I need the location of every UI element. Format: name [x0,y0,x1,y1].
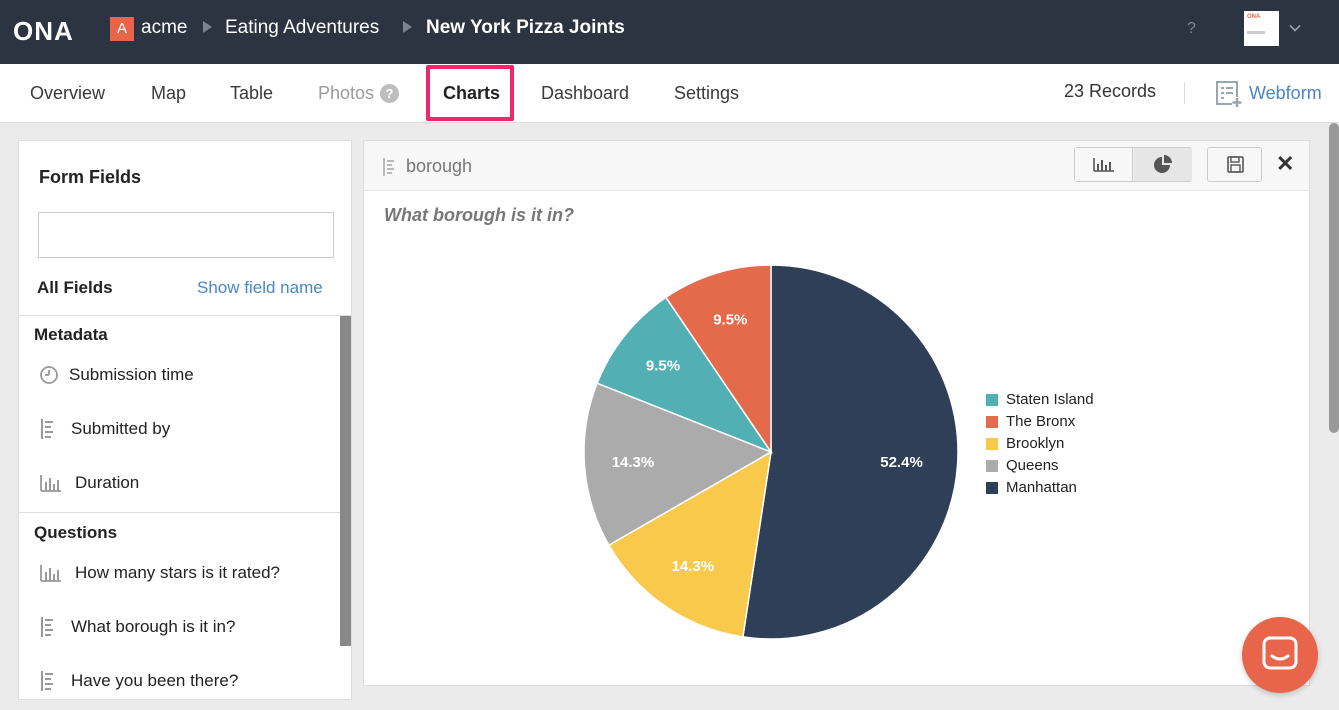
field-borough[interactable]: What borough is it in? [39,613,339,641]
show-field-name-link[interactable]: Show field name [197,278,323,298]
tab-overview[interactable]: Overview [30,83,105,104]
breadcrumb-separator-icon [203,21,212,33]
webform-icon[interactable] [1215,80,1243,108]
ona-logo[interactable]: ONA [13,16,74,47]
tab-map[interactable]: Map [151,83,186,104]
form-fields-panel: Form Fields All Fields Show field name M… [18,140,352,700]
top-bar: ONA A acme Eating Adventures New York Pi… [0,0,1339,64]
legend-item[interactable]: The Bronx [986,412,1146,434]
legend-item[interactable]: Manhattan [986,478,1146,500]
field-label: Submission time [69,365,194,384]
text-field-icon [41,671,53,691]
chart-legend: Staten Island The Bronx Brooklyn Queens Manh… [986,390,1146,500]
metadata-section-label: Metadata [34,325,108,344]
bar-chart-icon [40,475,61,492]
pie-data-label: 9.5% [646,357,680,374]
field-submission-time[interactable]: Submission time [39,361,339,389]
records-count: 23 Records [1064,81,1157,101]
legend-swatch [986,482,998,494]
legend-swatch [986,394,998,406]
legend-item[interactable]: Queens [986,456,1146,478]
all-fields-label: All Fields [37,278,113,297]
legend-swatch [986,416,998,428]
field-label: Have you been there? [71,671,239,690]
field-label: Duration [75,473,140,492]
pie-data-label: 14.3% [672,558,715,575]
field-stars[interactable]: How many stars is it rated? [39,559,339,587]
breadcrumb-separator-icon [403,21,412,33]
pie-data-label: 14.3% [612,454,655,471]
legend-label: Staten Island [1006,391,1094,408]
pie-data-label: 9.5% [713,312,747,329]
field-label: Submitted by [71,419,171,438]
org-badge: A [110,17,134,41]
divider [19,512,351,513]
pie-slice-manhattan[interactable] [742,264,959,640]
nav-divider [1184,82,1185,104]
avatar-text-lines [1247,31,1265,34]
fields-scrollbar[interactable] [340,316,351,646]
field-submitted-by[interactable]: Submitted by [39,415,339,443]
field-duration[interactable]: Duration [39,469,339,497]
breadcrumb-form: New York Pizza Joints [426,17,625,38]
breadcrumb-org[interactable]: acme [141,17,187,39]
field-search-input[interactable] [38,212,334,258]
tab-charts[interactable]: Charts [443,83,500,104]
clock-icon [40,366,58,384]
form-fields-title: Form Fields [39,167,142,187]
main-nav: Overview Map Table Photos ? Charts Dashb… [0,64,1339,123]
tab-dashboard[interactable]: Dashboard [541,83,629,104]
page-scrollbar[interactable] [1329,123,1339,433]
webform-link[interactable]: Webform [1249,83,1322,104]
legend-label: The Bronx [1006,413,1076,430]
avatar[interactable]: ONA [1244,11,1279,46]
pie-chart: 52.4% 14.3% 14.3% 9.5% 9.5% [583,264,959,640]
legend-swatch [986,438,998,450]
tab-table[interactable]: Table [230,83,273,104]
pie-data-label: 52.4% [880,454,923,471]
legend-label: Queens [1006,457,1059,474]
legend-swatch [986,460,998,472]
text-field-icon [41,617,53,637]
help-icon[interactable]: ? [1187,20,1196,38]
photos-help-icon[interactable]: ? [380,84,399,103]
chat-icon [1262,636,1298,670]
field-label: How many stars is it rated? [75,563,281,582]
questions-section-label: Questions [34,523,118,542]
legend-item[interactable]: Staten Island [986,390,1146,412]
tab-photos[interactable]: Photos [318,83,374,104]
legend-label: Brooklyn [1006,435,1065,452]
chart-card: borough ✕ What borough is it in? 52.4% 1… [363,140,1310,686]
avatar-logo: ONA [1247,14,1261,20]
chat-button[interactable] [1242,617,1318,693]
bar-chart-icon [40,565,61,582]
divider [19,315,351,316]
text-field-icon [41,419,53,439]
breadcrumb-project[interactable]: Eating Adventures [225,17,379,39]
tab-settings[interactable]: Settings [674,83,739,104]
legend-label: Manhattan [1006,479,1077,496]
chevron-down-icon[interactable] [1289,20,1301,32]
legend-item[interactable]: Brooklyn [986,434,1146,456]
field-label: What borough is it in? [71,617,236,636]
field-been-there[interactable]: Have you been there? [39,667,339,695]
